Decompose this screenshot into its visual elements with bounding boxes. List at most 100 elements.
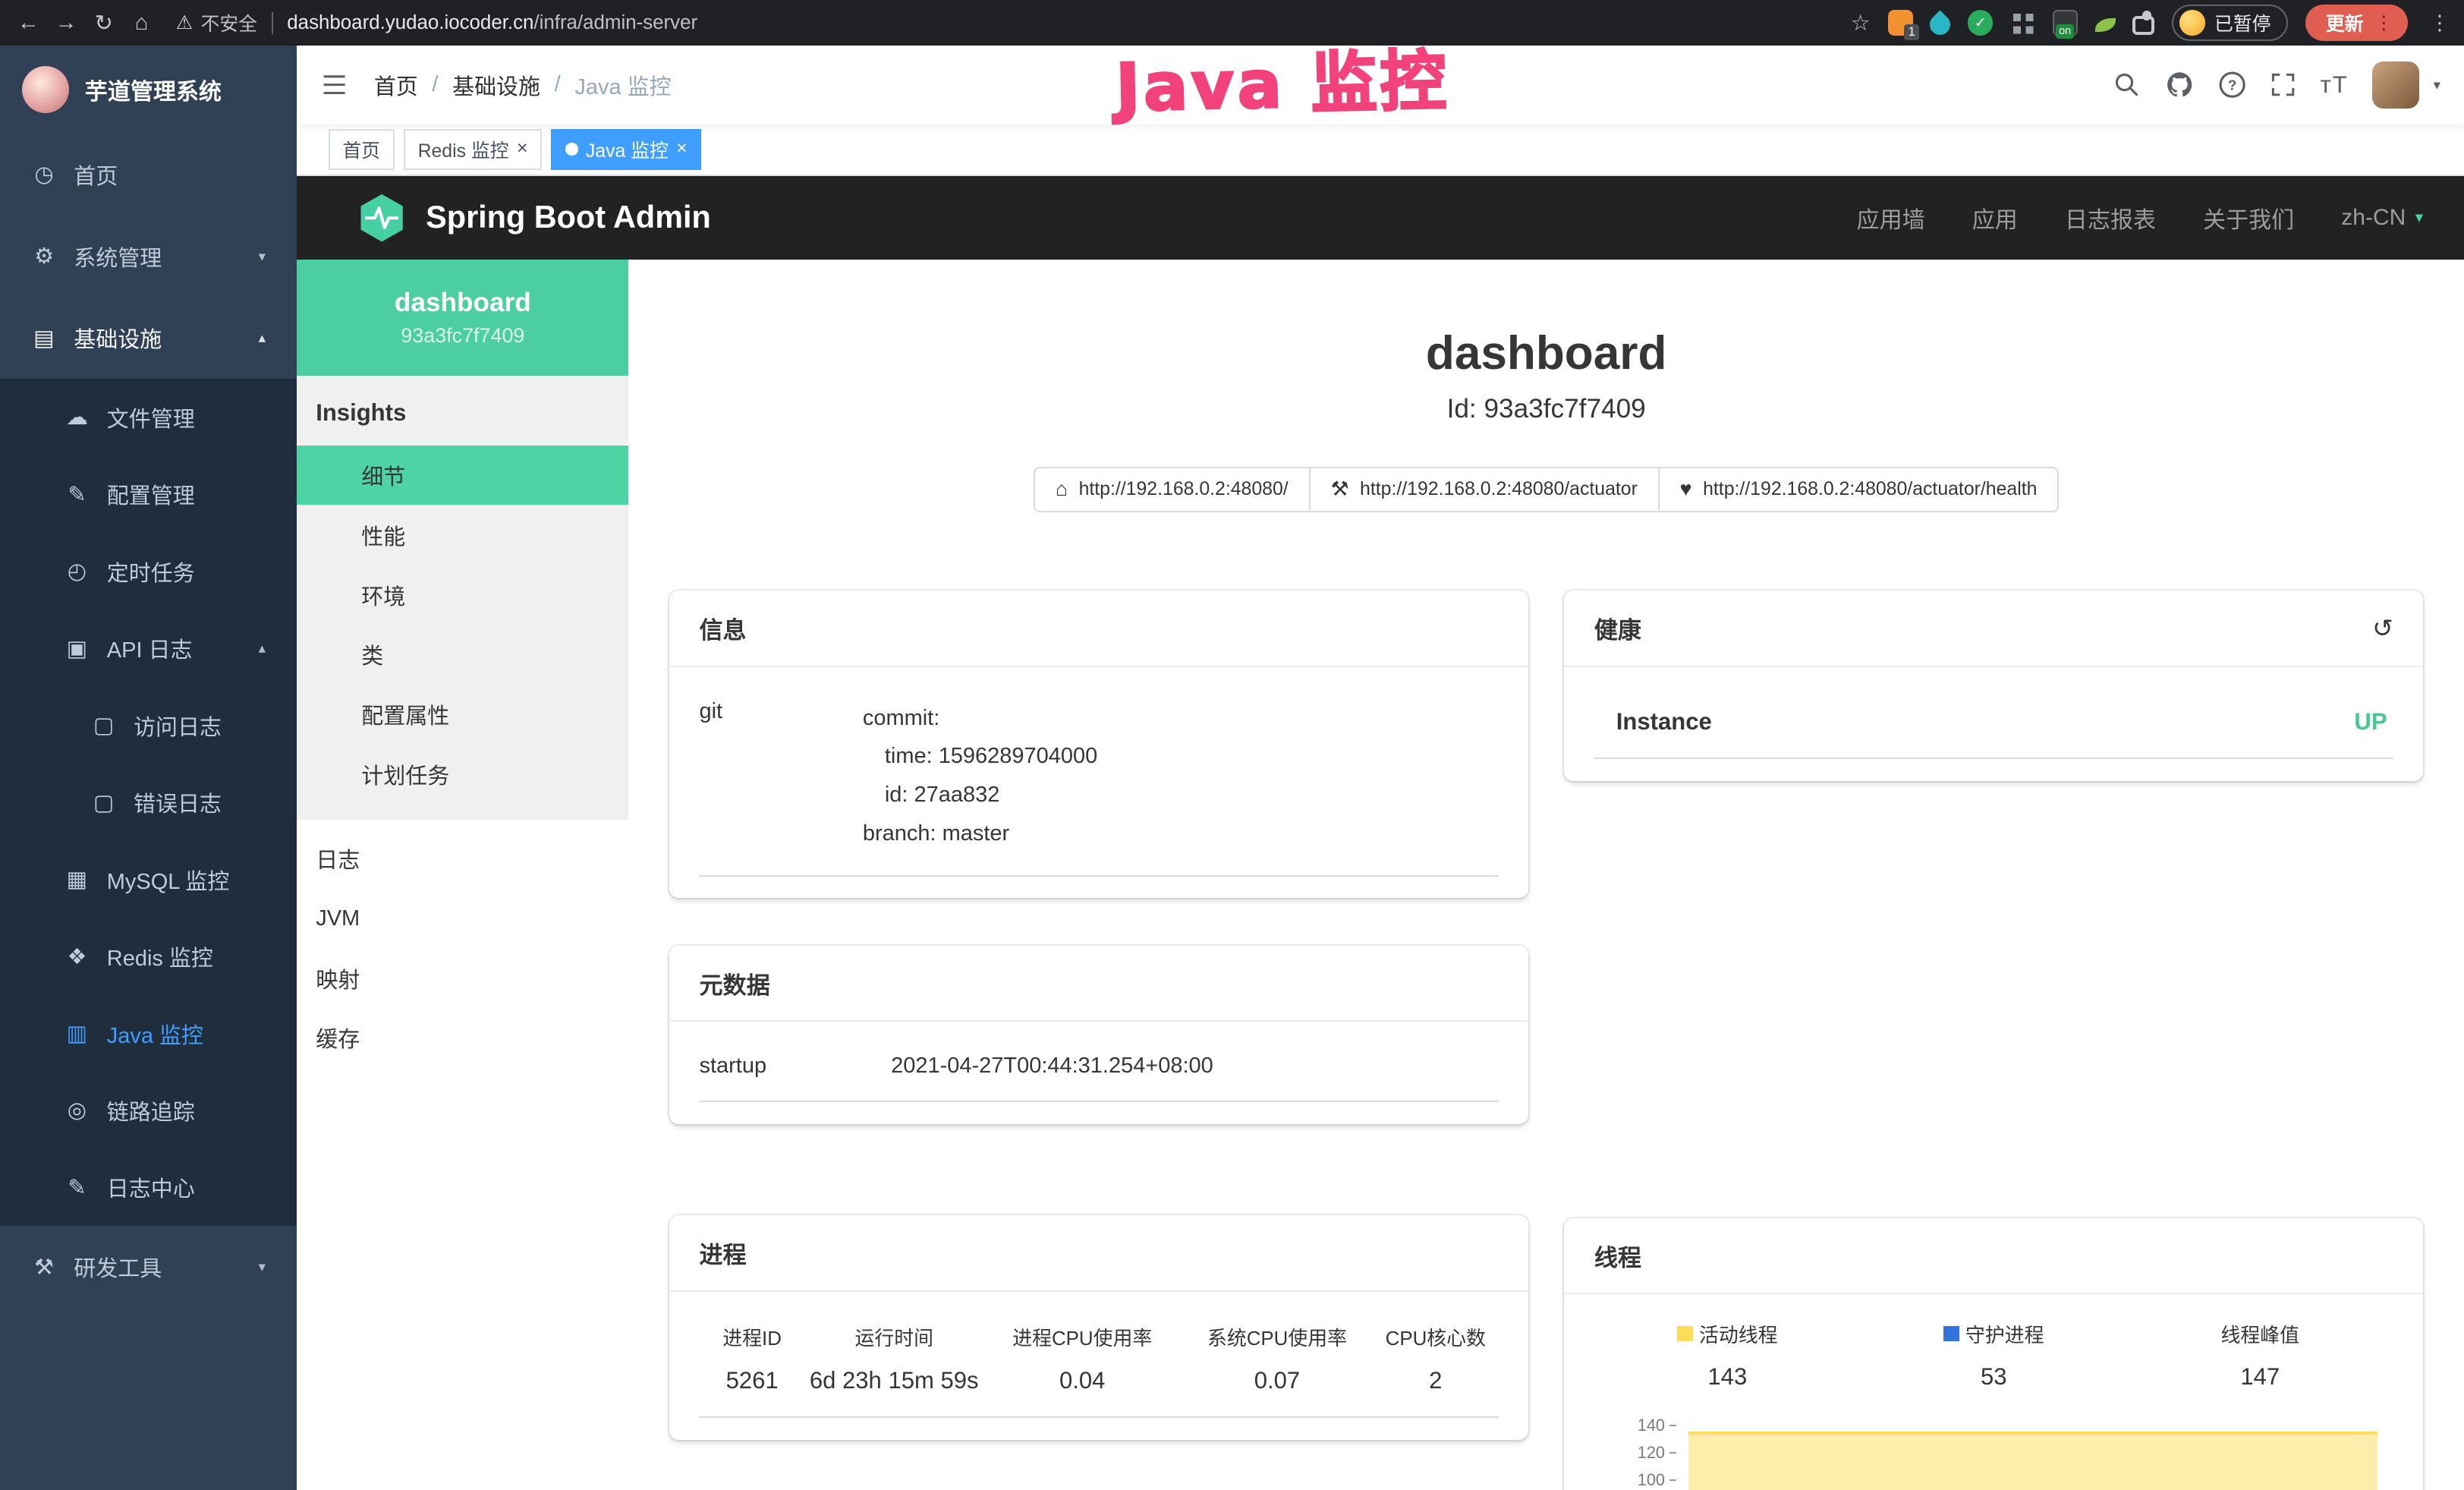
- sidebar-item-label: 系统管理: [74, 241, 162, 272]
- card-header: 元数据: [669, 946, 1528, 1022]
- bookmark-star-icon[interactable]: ☆: [1851, 10, 1871, 36]
- sba-menu-item-scheduled-tasks[interactable]: 计划任务: [297, 744, 628, 804]
- extension-orange-icon[interactable]: 1: [1888, 10, 1913, 35]
- sba-menu-item-details[interactable]: 细节: [297, 446, 628, 506]
- sba-menu-item-classes[interactable]: 类: [297, 625, 628, 685]
- legend-value: 53: [1861, 1363, 2127, 1391]
- browser-home-button[interactable]: ⌂: [122, 5, 160, 40]
- font-size-icon[interactable]: тT: [2320, 71, 2348, 99]
- sba-menu-item-logs[interactable]: 日志: [297, 829, 628, 889]
- sba-menu-item-caches[interactable]: 缓存: [297, 1008, 628, 1068]
- sidebar-item-label: 访问日志: [134, 710, 222, 742]
- insights-group: Insights 细节 性能 环境 类 配置属性 计划任务: [297, 376, 628, 820]
- sidebar-item-label: 首页: [74, 159, 118, 191]
- history-icon[interactable]: ↺: [2372, 613, 2393, 644]
- close-icon[interactable]: ×: [676, 140, 688, 159]
- user-avatar[interactable]: [2372, 61, 2419, 109]
- sidebar-item-label: MySQL 监控: [107, 864, 230, 896]
- close-icon[interactable]: ×: [517, 140, 528, 159]
- legend-daemon-threads: 守护进程 53: [1861, 1320, 2127, 1391]
- browser-forward-button[interactable]: →: [47, 5, 85, 40]
- tab-java-monitor[interactable]: Java 监控 ×: [551, 129, 701, 170]
- browser-reload-button[interactable]: ↻: [85, 5, 123, 40]
- extension-grid-icon[interactable]: [2010, 10, 2035, 35]
- app-logo: 芋道管理系统: [0, 46, 297, 134]
- address-bar[interactable]: dashboard.yudao.iocoder.cn/infra/admin-s…: [287, 12, 697, 34]
- search-icon[interactable]: [2113, 71, 2141, 99]
- tab-home[interactable]: 首页: [329, 129, 395, 170]
- legend-active-threads: 活动线程 143: [1594, 1320, 1861, 1391]
- chevron-down-icon[interactable]: ▾: [2434, 77, 2440, 93]
- sba-menu-item-performance[interactable]: 性能: [297, 505, 628, 565]
- sidebar-item-java-monitor[interactable]: ▥ Java 监控: [0, 995, 297, 1072]
- url-host: dashboard.yudao.iocoder.cn: [287, 12, 533, 33]
- sidebar-item-log-center[interactable]: ✎ 日志中心: [0, 1149, 297, 1226]
- monitor-icon: ▤: [31, 325, 56, 351]
- left-column: 信息 git commit: time: 1596289704000 id: 2: [669, 591, 1528, 1439]
- check-icon: ✓: [1975, 14, 1987, 31]
- tab-redis-monitor[interactable]: Redis 监控 ×: [404, 129, 542, 170]
- extension-onetab-icon[interactable]: on: [2053, 10, 2078, 35]
- sidebar-item-error-logs[interactable]: ▢ 错误日志: [0, 764, 297, 840]
- y-axis-tick: 100: [1594, 1471, 1676, 1490]
- sidebar-item-file-management[interactable]: ☁ 文件管理: [0, 379, 297, 455]
- sidebar-item-system-management[interactable]: ⚙ 系统管理 ▾: [0, 216, 297, 298]
- fullscreen-icon[interactable]: [2270, 71, 2296, 98]
- app-sidebar: 芋道管理系统 ◷ 首页 ⚙ 系统管理 ▾ ▤ 基础设施 ▴ ☁ 文件管理 ✎ 配…: [0, 46, 297, 1490]
- database-icon: ▦: [65, 866, 90, 893]
- metadata-card: 元数据 startup 2021-04-27T00:44:31.254+08:0…: [669, 946, 1528, 1124]
- browser-menu-button[interactable]: ⋮: [2425, 11, 2454, 35]
- card-body: git commit: time: 1596289704000 id: 27aa…: [669, 667, 1528, 898]
- table-row: startup 2021-04-27T00:44:31.254+08:00: [699, 1035, 1498, 1102]
- threads-area-series: [1688, 1432, 2377, 1490]
- profile-avatar-icon: [2179, 10, 2204, 35]
- tags-view: 首页 Redis 监控 × Java 监控 ×: [297, 124, 2464, 176]
- sba-nav-about[interactable]: 关于我们: [2203, 201, 2294, 235]
- profile-paused-chip[interactable]: 已暂停: [2172, 5, 2288, 41]
- app-title: 芋道管理系统: [85, 73, 222, 106]
- sidebar-item-config-management[interactable]: ✎ 配置管理: [0, 455, 297, 532]
- sidebar-item-scheduled-tasks[interactable]: ◴ 定时任务: [0, 533, 297, 610]
- sba-nav-journal[interactable]: 日志报表: [2065, 201, 2156, 235]
- sba-brand[interactable]: Spring Boot Admin: [357, 193, 711, 243]
- sidebar-item-dev-tools[interactable]: ⚒ 研发工具 ▾: [0, 1226, 297, 1308]
- language-selector[interactable]: zh-CN ▾: [2341, 205, 2423, 231]
- sba-nav-applications[interactable]: 应用: [1972, 201, 2018, 235]
- extension-green-circle-icon[interactable]: ✓: [1968, 10, 1993, 35]
- sidebar-item-trace[interactable]: ◎ 链路追踪: [0, 1072, 297, 1148]
- site-security-chip[interactable]: ⚠ 不安全: [176, 9, 257, 36]
- legend-value: 143: [1594, 1363, 1861, 1391]
- process-column: 进程ID 5261: [699, 1323, 804, 1394]
- wrench-icon: ⚒: [1330, 477, 1348, 501]
- on-badge: on: [2056, 24, 2074, 39]
- endpoint-root-button[interactable]: ⌂ http://192.168.0.2:48080/: [1034, 467, 1311, 512]
- browser-back-button[interactable]: ←: [9, 5, 47, 40]
- extensions-puzzle-icon[interactable]: [2132, 16, 2154, 35]
- document-icon: ▢: [91, 789, 116, 816]
- endpoint-health-button[interactable]: ♥ http://192.168.0.2:48080/actuator/heal…: [1658, 467, 2060, 512]
- hamburger-icon[interactable]: [320, 71, 348, 99]
- process-column: 系统CPU使用率 0.07: [1182, 1323, 1373, 1394]
- breadcrumb-infrastructure[interactable]: 基础设施: [452, 69, 540, 101]
- extension-leaf-icon[interactable]: [2095, 18, 2116, 33]
- sidebar-item-label: Redis 监控: [107, 940, 213, 972]
- info-card: 信息 git commit: time: 1596289704000 id: 2: [669, 591, 1528, 898]
- extension-drop-icon[interactable]: [1926, 10, 1955, 39]
- sba-menu-item-mappings[interactable]: 映射: [297, 948, 628, 1008]
- sidebar-item-home[interactable]: ◷ 首页: [0, 134, 297, 216]
- help-icon[interactable]: ?: [2218, 71, 2246, 99]
- sidebar-item-api-logs[interactable]: ▣ API 日志 ▴: [0, 610, 297, 686]
- github-icon[interactable]: [2165, 70, 2195, 99]
- card-body: startup 2021-04-27T00:44:31.254+08:00: [669, 1022, 1528, 1123]
- endpoint-actuator-button[interactable]: ⚒ http://192.168.0.2:48080/actuator: [1309, 467, 1660, 512]
- sidebar-item-infrastructure[interactable]: ▤ 基础设施 ▴: [0, 297, 297, 379]
- sba-menu-item-jvm[interactable]: JVM: [297, 889, 628, 949]
- sba-nav-wallboard[interactable]: 应用墙: [1857, 201, 1925, 235]
- browser-update-button[interactable]: 更新 ⋮: [2305, 5, 2408, 41]
- breadcrumb-home[interactable]: 首页: [374, 69, 418, 101]
- sidebar-item-mysql-monitor[interactable]: ▦ MySQL 监控: [0, 841, 297, 918]
- sidebar-item-access-logs[interactable]: ▢ 访问日志: [0, 687, 297, 764]
- sba-menu-item-environment[interactable]: 环境: [297, 565, 628, 625]
- sba-menu-item-config-props[interactable]: 配置属性: [297, 685, 628, 745]
- sidebar-item-redis-monitor[interactable]: ❖ Redis 监控: [0, 918, 297, 994]
